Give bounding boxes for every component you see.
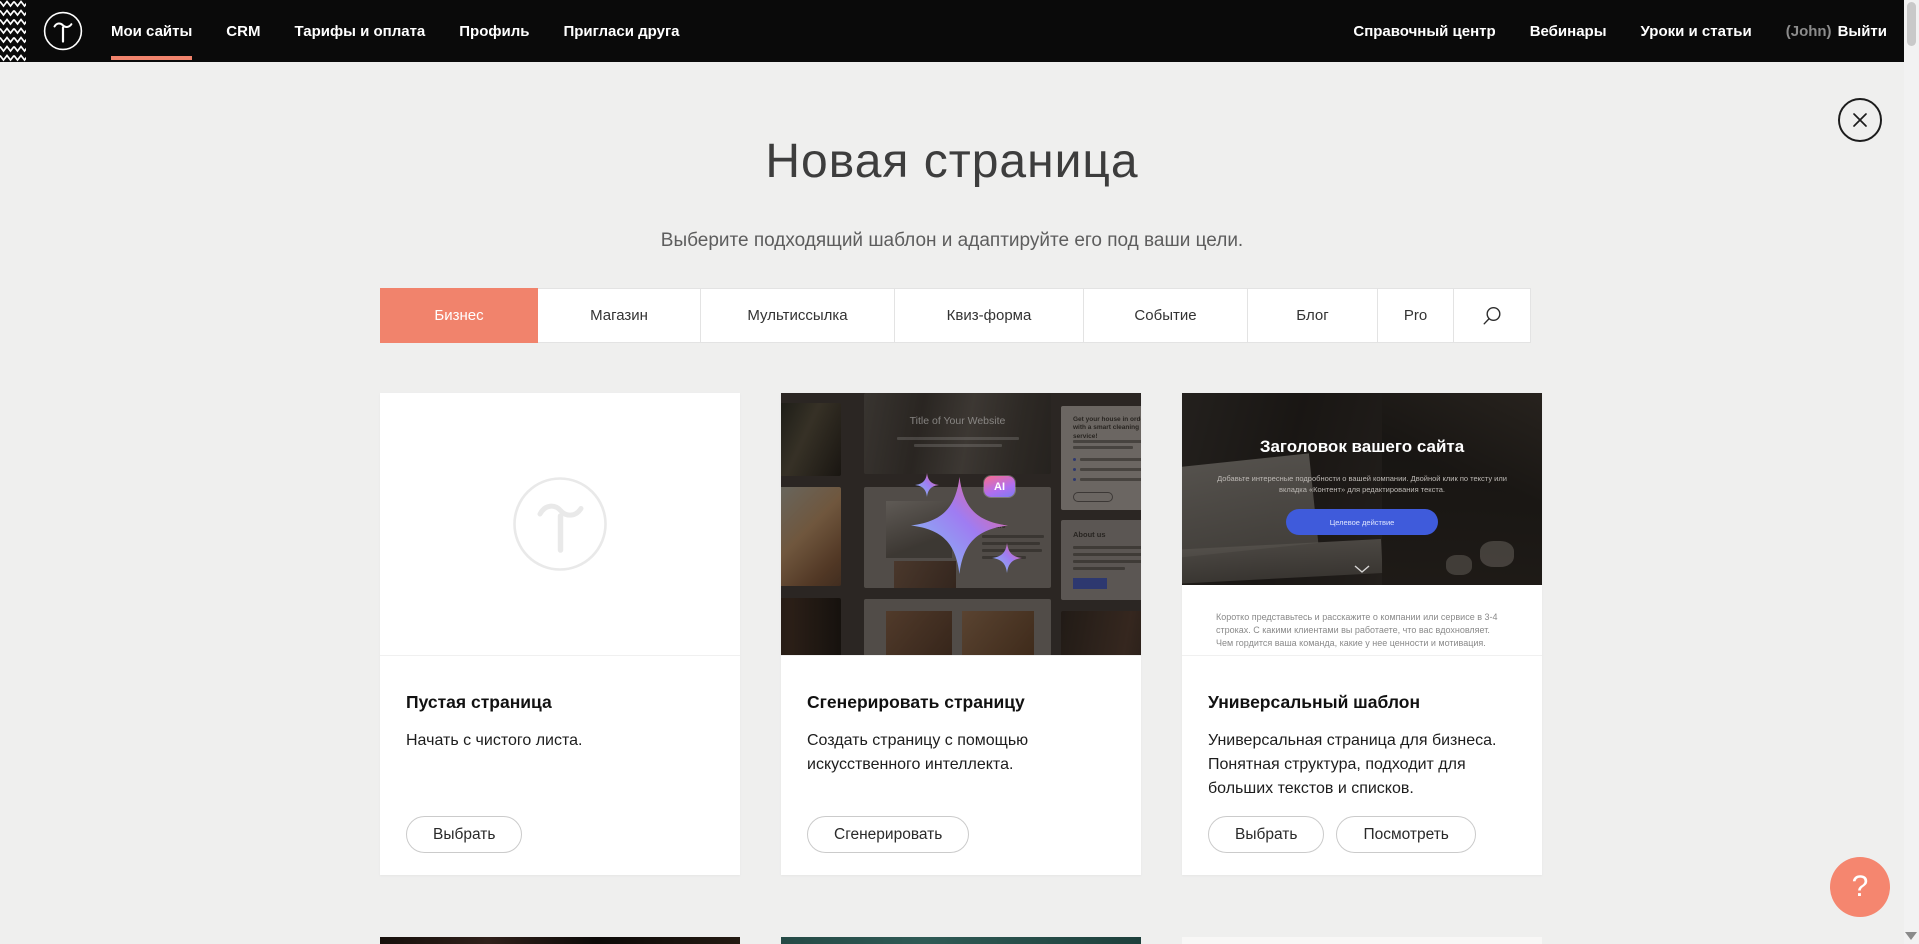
search-icon — [1482, 306, 1502, 326]
help-button[interactable]: ? — [1830, 857, 1890, 917]
nav-profile[interactable]: Профиль — [459, 0, 529, 62]
hero-caption: Добавьте интересные подробности о вашей … — [1212, 473, 1512, 496]
tab-event[interactable]: Событие — [1083, 288, 1248, 343]
template-card-partial[interactable] — [781, 937, 1141, 944]
secondary-nav: Справочный центр Вебинары Уроки и статьи… — [1353, 0, 1887, 62]
zigzag-pattern-icon — [0, 0, 26, 62]
template-card-blank: Пустая страница Начать с чистого листа. … — [380, 393, 740, 875]
hero-cta-button: Целевое действие — [1286, 509, 1438, 535]
scrollbar-down-arrow-icon[interactable] — [1905, 932, 1917, 940]
generate-button[interactable]: Сгенерировать — [807, 816, 969, 853]
template-card-ai-generate: Title of Your Website Feature Get your h… — [781, 393, 1141, 875]
template-category-tabs: Бизнес Магазин Мультиссылка Квиз-форма С… — [380, 288, 1531, 343]
user-name: (John) — [1786, 23, 1832, 40]
chevron-down-icon — [1354, 565, 1370, 573]
nav-logout[interactable]: (John) Выйти — [1786, 0, 1887, 62]
hero-title: Заголовок вашего сайта — [1182, 437, 1542, 457]
card-title: Пустая страница — [406, 692, 714, 713]
card-title: Сгенерировать страницу — [807, 692, 1115, 713]
template-hero: Заголовок вашего сайта Добавьте интересн… — [1182, 393, 1542, 585]
ai-collage-preview: Title of Your Website Feature Get your h… — [781, 393, 1141, 656]
card-info: Пустая страница Начать с чистого листа. — [380, 656, 740, 753]
tab-quiz-form[interactable]: Квиз-форма — [894, 288, 1084, 343]
card-title: Универсальный шаблон — [1208, 692, 1516, 713]
tab-blog[interactable]: Блог — [1247, 288, 1378, 343]
logout-label: Выйти — [1838, 23, 1887, 40]
view-button[interactable]: Посмотреть — [1336, 816, 1475, 853]
template-card-universal: Заголовок вашего сайта Добавьте интересн… — [1182, 393, 1542, 875]
tab-pro[interactable]: Pro — [1377, 288, 1454, 343]
card-actions: Выбрать Посмотреть — [1208, 816, 1476, 853]
choose-button[interactable]: Выбрать — [406, 816, 522, 853]
card-description: Создать страницу с помощью искусственног… — [807, 729, 1115, 777]
ai-badge: AI — [984, 476, 1015, 497]
page-subtitle: Выберите подходящий шаблон и адаптируйте… — [0, 230, 1904, 252]
template-cards-row-2 — [380, 937, 1542, 944]
tilda-logo[interactable] — [43, 11, 83, 51]
scrollbar[interactable] — [1904, 0, 1919, 944]
tab-search[interactable] — [1453, 288, 1531, 343]
ai-sparkle-icon — [781, 393, 1141, 656]
nav-lessons[interactable]: Уроки и статьи — [1641, 0, 1752, 62]
tilda-logo-icon — [43, 11, 83, 51]
close-icon — [1851, 111, 1869, 129]
tab-shop[interactable]: Магазин — [537, 288, 701, 343]
blank-preview — [380, 393, 740, 656]
template-card-partial[interactable] — [380, 937, 740, 944]
card-info: Сгенерировать страницу Создать страницу … — [781, 656, 1141, 777]
nav-invite-friend[interactable]: Пригласи друга — [563, 0, 679, 62]
choose-button[interactable]: Выбрать — [1208, 816, 1324, 853]
universal-preview: Заголовок вашего сайта Добавьте интересн… — [1182, 393, 1542, 656]
card-description: Начать с чистого листа. — [406, 729, 714, 753]
nav-tariffs[interactable]: Тарифы и оплата — [294, 0, 425, 62]
nav-my-sites[interactable]: Мои сайты — [111, 0, 192, 62]
template-cards-row: Пустая страница Начать с чистого листа. … — [380, 393, 1542, 875]
tab-multilink[interactable]: Мультиссылка — [700, 288, 895, 343]
nav-webinars[interactable]: Вебинары — [1530, 0, 1607, 62]
template-paragraph: Коротко представьтесь и расскажите о ком… — [1216, 611, 1508, 650]
card-actions: Выбрать — [406, 816, 522, 853]
card-description: Универсальная страница для бизнеса. Поня… — [1208, 729, 1516, 801]
page-title: Новая страница — [0, 134, 1904, 189]
card-actions: Сгенерировать — [807, 816, 969, 853]
nav-help-center[interactable]: Справочный центр — [1353, 0, 1495, 62]
main-nav: Мои сайты CRM Тарифы и оплата Профиль Пр… — [111, 0, 680, 62]
tab-business[interactable]: Бизнес — [380, 288, 538, 343]
scrollbar-thumb[interactable] — [1907, 2, 1916, 46]
tilda-ghost-logo-icon — [512, 476, 608, 572]
template-card-partial[interactable] — [1182, 937, 1542, 944]
topbar: Мои сайты CRM Тарифы и оплата Профиль Пр… — [0, 0, 1919, 62]
card-info: Универсальный шаблон Универсальная стран… — [1182, 656, 1542, 801]
nav-crm[interactable]: CRM — [226, 0, 260, 62]
